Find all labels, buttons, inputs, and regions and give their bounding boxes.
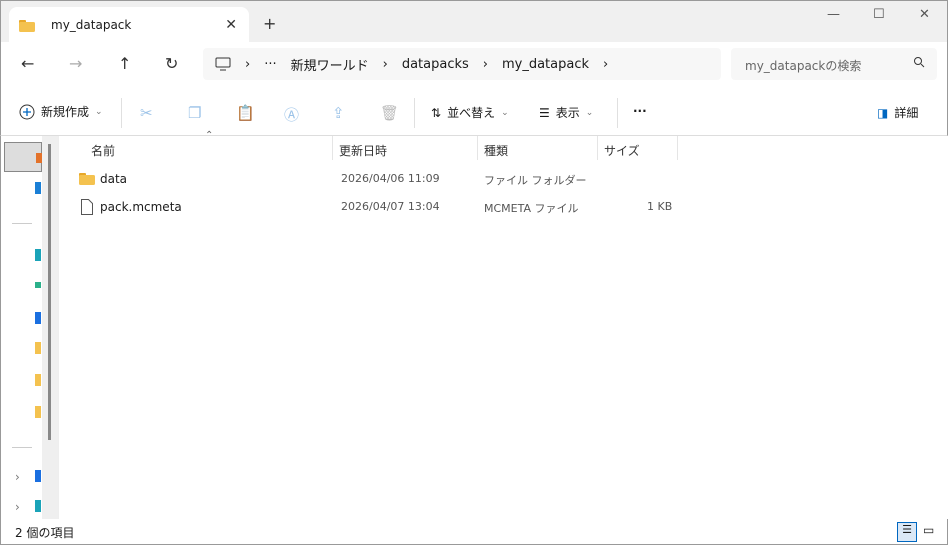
command-bar: 新規作成 ⌄ ✂ ❐ 📋 Ⓐ ⇪ 🗑 ⇅ 並べ替え ⌄ ☰ 表示 ⌄ ··· ◨ 詳細 — [0, 88, 948, 136]
file-list: ⌃ 名前 更新日時 種類 サイズ data 2026/04/06 11:09 フ… — [58, 130, 947, 519]
new-label: 新規作成 — [41, 105, 90, 119]
view-button[interactable]: ☰ 表示 ⌄ — [539, 104, 593, 121]
downloads-icon[interactable] — [35, 282, 41, 288]
address-bar[interactable]: › ··· 新規ワールド › datapacks › my_datapack › — [203, 48, 721, 80]
view-icon: ☰ — [539, 105, 550, 120]
column-header-type[interactable]: 種類 — [478, 136, 598, 160]
up-button[interactable]: ↑ — [118, 54, 131, 73]
share-icon[interactable]: ⇪ — [332, 104, 345, 122]
breadcrumb-separator[interactable]: › — [483, 57, 488, 72]
computer-icon — [215, 57, 231, 71]
title-bar: my_datapack ✕ + — ☐ ✕ — [0, 0, 948, 43]
navigation-scrollbar[interactable] — [42, 136, 59, 519]
copy-icon[interactable]: ❐ — [188, 104, 201, 122]
file-name: pack.mcmeta — [100, 200, 182, 214]
breadcrumb-separator[interactable]: › — [603, 57, 608, 72]
dropbox-icon[interactable] — [35, 470, 41, 482]
file-type: ファイル フォルダー — [484, 174, 587, 187]
breadcrumb-separator[interactable]: › — [245, 57, 250, 72]
search-icon — [914, 57, 925, 68]
this-pc-icon[interactable] — [35, 500, 41, 512]
tab-title: my_datapack — [51, 18, 132, 32]
item-count: 2 個の項目 — [15, 526, 75, 540]
more-button[interactable]: ··· — [633, 104, 647, 118]
file-icon — [81, 199, 93, 215]
refresh-button[interactable]: ↻ — [165, 54, 178, 73]
view-label: 表示 — [555, 106, 580, 120]
breadcrumb-my-datapack[interactable]: my_datapack — [502, 57, 589, 72]
column-header-modified[interactable]: 更新日時 — [333, 136, 478, 160]
details-label: 詳細 — [894, 106, 919, 120]
plus-circle-icon — [19, 104, 35, 119]
back-button[interactable]: ← — [21, 54, 34, 73]
tab-my-datapack[interactable]: my_datapack ✕ — [9, 7, 249, 43]
chevron-right-icon[interactable]: › — [15, 470, 20, 484]
navigation-bar: ← → ↑ ↻ › ··· 新規ワールド › datapacks › my_da… — [0, 42, 948, 88]
folder-icon — [79, 173, 95, 185]
file-modified: 2026/04/07 13:04 — [341, 200, 440, 213]
search-input[interactable]: my_datapackの検索 — [731, 48, 937, 80]
new-button[interactable]: 新規作成 ⌄ — [19, 103, 103, 120]
gallery-icon[interactable] — [35, 182, 41, 194]
folder-icon[interactable] — [35, 374, 41, 386]
paste-icon[interactable]: 📋 — [236, 104, 255, 122]
minimize-button[interactable]: — — [827, 7, 840, 22]
desktop-icon[interactable] — [35, 249, 41, 261]
breadcrumb-world[interactable]: 新規ワールド — [291, 55, 369, 74]
close-tab-button[interactable]: ✕ — [225, 17, 237, 33]
details-pane-icon: ◨ — [877, 105, 889, 120]
search-placeholder: my_datapackの検索 — [745, 59, 862, 73]
home-item[interactable] — [4, 142, 42, 172]
folder-icon[interactable] — [35, 342, 41, 354]
details-button[interactable]: ◨ 詳細 — [877, 104, 918, 121]
file-size: 1 KB — [647, 200, 673, 213]
sort-icon: ⇅ — [431, 105, 442, 120]
sort-label: 並べ替え — [447, 106, 496, 120]
rename-icon[interactable]: Ⓐ — [284, 104, 299, 125]
column-header-name[interactable]: 名前 — [85, 136, 333, 160]
status-bar: 2 個の項目 ☰ ▭ — [0, 519, 948, 545]
column-header-size[interactable]: サイズ — [598, 136, 678, 160]
breadcrumb-separator[interactable]: › — [383, 57, 388, 72]
tiles-view-button[interactable]: ▭ — [923, 523, 934, 537]
new-tab-button[interactable]: + — [263, 14, 276, 33]
navigation-pane: › › — [0, 136, 59, 519]
close-window-button[interactable]: ✕ — [919, 7, 930, 22]
breadcrumb-datapacks[interactable]: datapacks — [402, 57, 469, 72]
delete-icon[interactable]: 🗑 — [380, 104, 399, 122]
dropbox-icon[interactable] — [35, 312, 41, 324]
chevron-right-icon[interactable]: › — [15, 500, 20, 514]
folder-icon[interactable] — [35, 406, 41, 418]
sort-button[interactable]: ⇅ 並べ替え ⌄ — [431, 104, 509, 121]
file-name: data — [100, 172, 128, 186]
file-type: MCMETA ファイル — [484, 202, 579, 215]
cut-icon[interactable]: ✂ — [140, 104, 153, 122]
folder-icon — [19, 19, 35, 32]
forward-button[interactable]: → — [69, 54, 82, 73]
breadcrumb-overflow[interactable]: ··· — [264, 57, 276, 72]
file-modified: 2026/04/06 11:09 — [341, 172, 440, 185]
maximize-button[interactable]: ☐ — [873, 7, 885, 22]
details-view-button[interactable]: ☰ — [897, 522, 917, 542]
